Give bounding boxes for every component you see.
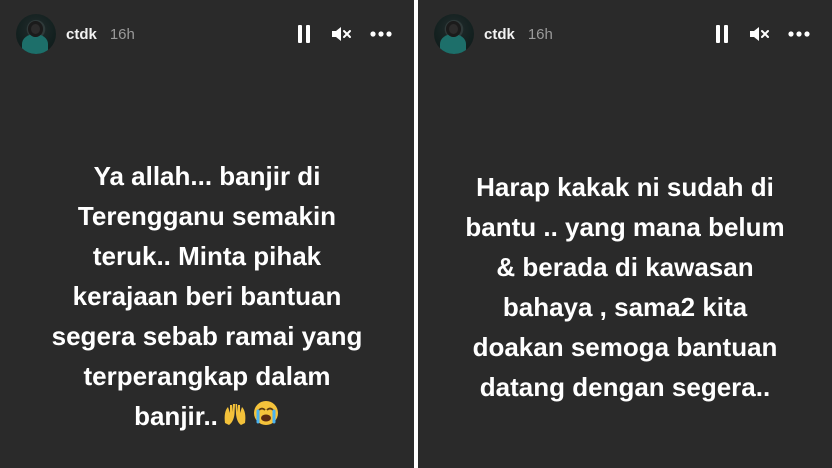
story-text-content: Ya allah... banjir di Terengganu semakin… [51, 161, 363, 431]
username[interactable]: ctdk [484, 26, 515, 43]
story-header: ctdk 16h [16, 14, 392, 54]
story-panel-2[interactable]: ctdk 16h Harap kakak ni sudah di bantu .… [418, 0, 832, 468]
story-header: ctdk 16h [434, 14, 810, 54]
crying-face-icon [252, 398, 280, 438]
story-text-2: Harap kakak ni sudah di bantu .. yang ma… [465, 172, 785, 402]
muted-speaker-icon[interactable] [748, 24, 770, 44]
timestamp: 16h [527, 25, 553, 43]
more-options-icon[interactable] [370, 31, 392, 37]
story-panel-1[interactable]: ctdk 16h Ya allah... banjir di Terenggan… [0, 0, 414, 468]
pause-icon[interactable] [714, 24, 730, 44]
avatar[interactable] [16, 14, 56, 54]
story-text-1: Ya allah... banjir di Terengganu semakin… [0, 156, 414, 438]
story-controls [714, 24, 810, 44]
raised-hands-icon [222, 398, 248, 438]
timestamp: 16h [109, 25, 135, 43]
username[interactable]: ctdk [66, 26, 97, 43]
pause-icon[interactable] [296, 24, 312, 44]
stories-viewer: ctdk 16h Ya allah... banjir di Terenggan… [0, 0, 832, 468]
story-controls [296, 24, 392, 44]
more-options-icon[interactable] [788, 31, 810, 37]
muted-speaker-icon[interactable] [330, 24, 352, 44]
avatar[interactable] [434, 14, 474, 54]
